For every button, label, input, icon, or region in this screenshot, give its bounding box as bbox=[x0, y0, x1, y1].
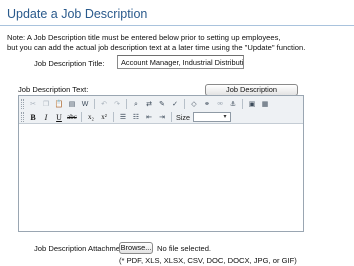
toolbar-separator bbox=[171, 112, 172, 122]
title-divider bbox=[0, 25, 354, 26]
numbered-list-icon[interactable]: ☰ bbox=[117, 112, 129, 123]
editor-toolbar: ✂ ❐ 📋 ▤ W ↶ ↷ ⌕ ⇄ ✎ ✓ ◇ ⚭ ⚮ ⚓ ▣ ▦ B I U bbox=[19, 96, 303, 124]
toolbar-row-1: ✂ ❐ 📋 ▤ W ↶ ↷ ⌕ ⇄ ✎ ✓ ◇ ⚭ ⚮ ⚓ ▣ ▦ bbox=[21, 98, 272, 110]
toolbar-row-2: B I U abc x₂ x² ☰ ☷ ⇤ ⇥ Size ▾ bbox=[21, 111, 231, 123]
bulleted-list-icon[interactable]: ☷ bbox=[130, 112, 142, 123]
paste-word-icon[interactable]: W bbox=[79, 99, 91, 110]
cut-icon[interactable]: ✂ bbox=[27, 99, 39, 110]
paste-text-icon[interactable]: ▤ bbox=[66, 99, 78, 110]
font-size-select[interactable]: ▾ bbox=[192, 112, 231, 122]
toolbar-separator bbox=[113, 112, 114, 122]
indent-icon[interactable]: ⇥ bbox=[156, 112, 168, 123]
italic-icon[interactable]: I bbox=[40, 112, 52, 123]
toolbar-separator bbox=[81, 112, 82, 122]
job-title-label: Job Description Title: bbox=[34, 59, 105, 68]
note-line-1: Note: A Job Description title must be en… bbox=[7, 33, 281, 42]
redo-icon[interactable]: ↷ bbox=[111, 99, 123, 110]
toolbar-grip bbox=[21, 99, 24, 109]
bold-icon[interactable]: B bbox=[27, 112, 39, 123]
eraser-icon[interactable]: ✎ bbox=[156, 99, 168, 110]
job-title-input[interactable] bbox=[117, 55, 244, 69]
font-size-label: Size bbox=[176, 112, 190, 122]
superscript-icon[interactable]: x² bbox=[98, 112, 110, 123]
toolbar-separator bbox=[126, 99, 127, 109]
replace-icon[interactable]: ⇄ bbox=[143, 99, 155, 110]
toolbar-grip bbox=[21, 112, 24, 122]
find-icon[interactable]: ⌕ bbox=[130, 99, 142, 110]
browse-button[interactable]: Browse... bbox=[119, 242, 153, 254]
toolbar-separator bbox=[94, 99, 95, 109]
table-icon[interactable]: ▦ bbox=[259, 99, 271, 110]
rich-text-editor: ✂ ❐ 📋 ▤ W ↶ ↷ ⌕ ⇄ ✎ ✓ ◇ ⚭ ⚮ ⚓ ▣ ▦ B I U bbox=[18, 95, 304, 232]
allowed-file-types: (* PDF, XLS, XLSX, CSV, DOC, DOCX, JPG, … bbox=[119, 256, 297, 265]
job-text-label: Job Description Text: bbox=[18, 85, 89, 94]
note-line-2: but you can add the actual job descripti… bbox=[7, 42, 306, 52]
image-icon[interactable]: ▣ bbox=[246, 99, 258, 110]
copy-icon[interactable]: ❐ bbox=[40, 99, 52, 110]
editor-content-area[interactable] bbox=[19, 125, 303, 231]
anchor-icon[interactable]: ⚓ bbox=[227, 99, 239, 110]
page-title: Update a Job Description bbox=[7, 7, 148, 21]
paste-icon[interactable]: 📋 bbox=[53, 99, 65, 110]
source-icon[interactable]: ◇ bbox=[188, 99, 200, 110]
attachment-label: Job Description Attachment: bbox=[34, 244, 129, 253]
toolbar-separator bbox=[242, 99, 243, 109]
spellcheck-icon[interactable]: ✓ bbox=[169, 99, 181, 110]
link-icon[interactable]: ⚭ bbox=[201, 99, 213, 110]
file-status-text: No file selected. bbox=[157, 244, 212, 253]
toolbar-separator bbox=[184, 99, 185, 109]
outdent-icon[interactable]: ⇤ bbox=[143, 112, 155, 123]
unlink-icon[interactable]: ⚮ bbox=[214, 99, 226, 110]
subscript-icon[interactable]: x₂ bbox=[85, 112, 97, 123]
chevron-down-icon: ▾ bbox=[223, 114, 227, 120]
undo-icon[interactable]: ↶ bbox=[98, 99, 110, 110]
strikethrough-icon[interactable]: abc bbox=[66, 112, 78, 123]
underline-icon[interactable]: U bbox=[53, 112, 65, 123]
instructions-note: Note: A Job Description title must be en… bbox=[7, 33, 352, 52]
